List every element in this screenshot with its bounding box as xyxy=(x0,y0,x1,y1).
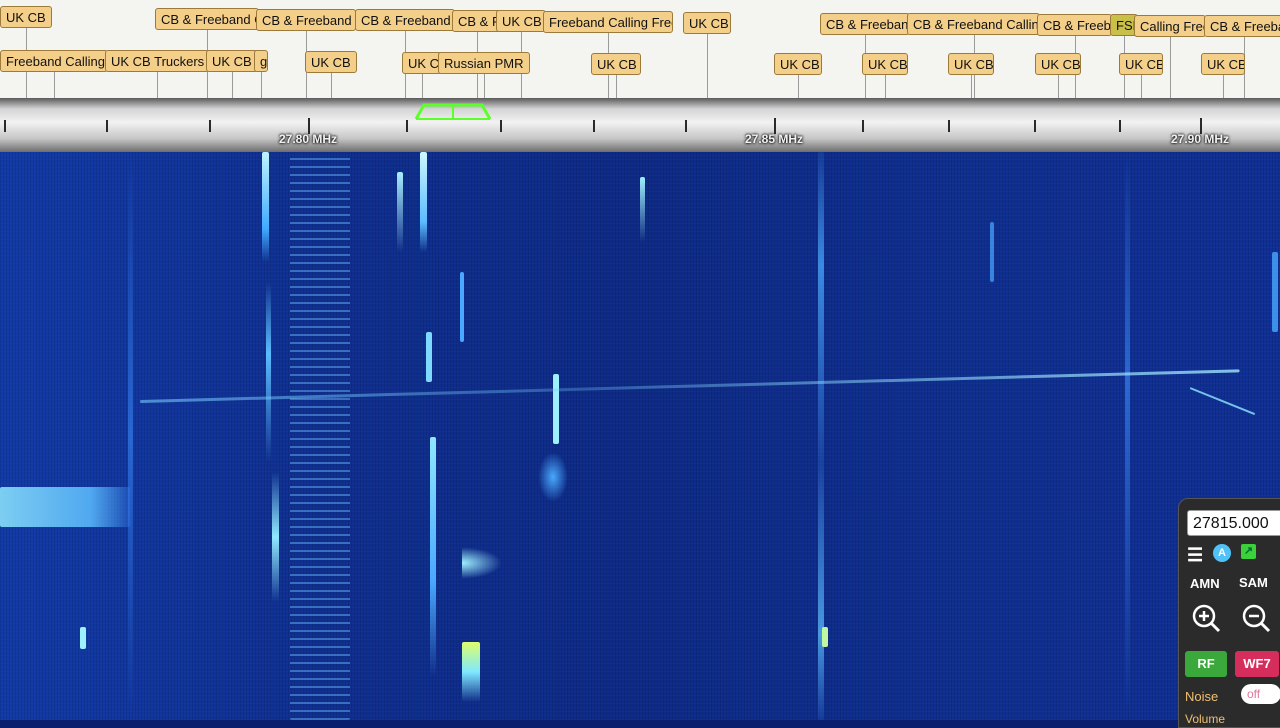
band-label[interactable]: UK CB xyxy=(206,50,258,72)
signal-trace xyxy=(553,374,559,444)
band-label[interactable]: UK CB xyxy=(683,12,731,34)
frequency-input[interactable]: 27815.000 xyxy=(1187,510,1280,536)
wf-button[interactable]: WF7 xyxy=(1235,651,1279,677)
signal-burst xyxy=(0,487,130,527)
scale-tick xyxy=(862,120,864,132)
frequency-label: 27.85 MHz xyxy=(744,132,804,146)
zoom-out-icon[interactable] xyxy=(1241,603,1271,633)
signal-trace xyxy=(462,547,502,579)
signal-banded-region xyxy=(290,152,350,720)
scale-tick xyxy=(500,120,502,132)
frequency-label: 27.90 MHz xyxy=(1170,132,1230,146)
rf-button[interactable]: RF xyxy=(1185,651,1227,677)
band-label[interactable]: UK CB xyxy=(1119,53,1163,75)
receiver-control-panel: 27815.000 ☰ A ↗ AMN SAM RF WF7 Noise off… xyxy=(1178,498,1280,728)
band-label[interactable]: CB & Freeband xyxy=(452,10,502,32)
band-label[interactable]: UK CB Truckers xyxy=(105,50,209,72)
label-stem xyxy=(232,70,233,98)
band-label[interactable]: UK CB xyxy=(496,10,546,32)
scale-tick xyxy=(406,120,408,132)
signal-trace xyxy=(822,627,828,647)
signal-trace xyxy=(266,282,271,462)
signal-trace xyxy=(420,152,427,252)
label-stem xyxy=(616,73,617,98)
auto-icon[interactable]: A xyxy=(1213,544,1231,562)
band-label[interactable]: CB & Freeband xyxy=(820,13,910,35)
signal-trace xyxy=(430,437,436,677)
band-label[interactable]: UK CB xyxy=(402,52,442,74)
noise-label: Noise xyxy=(1185,689,1219,704)
band-label[interactable]: UK CB xyxy=(591,53,641,75)
menu-icon[interactable]: ☰ xyxy=(1187,545,1203,566)
label-stem xyxy=(798,73,799,98)
noise-toggle[interactable]: off xyxy=(1241,684,1280,704)
band-label[interactable]: UK CB xyxy=(1201,53,1245,75)
label-stem xyxy=(157,70,158,98)
band-label[interactable]: UK CB xyxy=(0,6,52,28)
scale-tick xyxy=(1034,120,1036,132)
band-label[interactable]: UK CB xyxy=(774,53,822,75)
band-label[interactable]: g xyxy=(254,50,268,72)
frequency-label: 27.80 MHz xyxy=(278,132,338,146)
label-stem xyxy=(422,72,423,98)
scale-tick xyxy=(948,120,950,132)
band-label[interactable]: UK CB xyxy=(1035,53,1081,75)
band-label[interactable]: UK CB xyxy=(862,53,908,75)
band-label[interactable]: UK CB xyxy=(948,53,994,75)
band-label[interactable]: Calling Frequency xyxy=(1134,15,1206,37)
label-stem xyxy=(1058,73,1059,98)
scale-tick xyxy=(685,120,687,132)
scale-tick xyxy=(106,120,108,132)
band-label[interactable]: CB & Freeband xyxy=(1037,14,1112,36)
signal-trace xyxy=(128,152,133,720)
label-stem xyxy=(484,72,485,98)
label-stem xyxy=(261,70,262,98)
frequency-scale[interactable]: 27.80 MHz 27.85 MHz 27.90 MHz xyxy=(0,98,1280,152)
label-stem xyxy=(885,73,886,98)
band-label[interactable]: Freeband Calling Frequency xyxy=(543,11,673,33)
edit-icon[interactable]: ↗ xyxy=(1241,544,1256,559)
signal-trace xyxy=(990,222,994,282)
volume-label: Volume xyxy=(1185,712,1226,726)
signal-trace xyxy=(272,472,279,602)
band-label[interactable]: UK CB xyxy=(305,51,357,73)
band-label[interactable]: CB & Freeband Calling Frequency xyxy=(907,13,1040,35)
signal-trace xyxy=(640,177,645,242)
label-stem xyxy=(1223,73,1224,98)
waterfall-display[interactable] xyxy=(0,152,1280,720)
signal-trace xyxy=(426,332,432,382)
signal-trace xyxy=(397,172,403,252)
band-label-strip: UK CBCB & Freeband Calling FrequencyCB &… xyxy=(0,0,1280,98)
zoom-in-icon[interactable] xyxy=(1191,603,1221,633)
signal-trace xyxy=(1272,252,1278,332)
amn-button[interactable]: AMN xyxy=(1190,576,1220,591)
label-stem xyxy=(1141,73,1142,98)
signal-trace xyxy=(538,452,568,502)
scale-tick xyxy=(209,120,211,132)
signal-sweep xyxy=(1189,387,1256,416)
signal-trace xyxy=(462,642,480,702)
band-label[interactable]: CB & Freeband Calling Frequency xyxy=(256,9,356,31)
band-label[interactable]: CB & Freeband Calling Frequency xyxy=(155,8,259,30)
scale-tick xyxy=(1119,120,1121,132)
label-stem xyxy=(54,70,55,98)
signal-trace xyxy=(1125,152,1130,720)
label-stem xyxy=(971,73,972,98)
scale-tick xyxy=(593,120,595,132)
signal-trace xyxy=(460,272,464,342)
band-label[interactable]: CB & Freeband xyxy=(1204,15,1280,37)
signal-trace xyxy=(262,152,269,262)
signal-trace xyxy=(80,627,86,649)
band-label[interactable]: CB & Freeband Calling Frequency xyxy=(355,9,455,31)
scale-tick xyxy=(4,120,6,132)
sam-button[interactable]: SAM xyxy=(1239,575,1268,590)
passband-marker[interactable] xyxy=(414,103,492,120)
band-label[interactable]: Freeband Calling Frequency xyxy=(0,50,108,72)
label-stem xyxy=(1170,35,1171,98)
label-stem xyxy=(331,71,332,98)
label-stem xyxy=(707,32,708,98)
band-label[interactable]: Russian PMR xyxy=(438,52,530,74)
